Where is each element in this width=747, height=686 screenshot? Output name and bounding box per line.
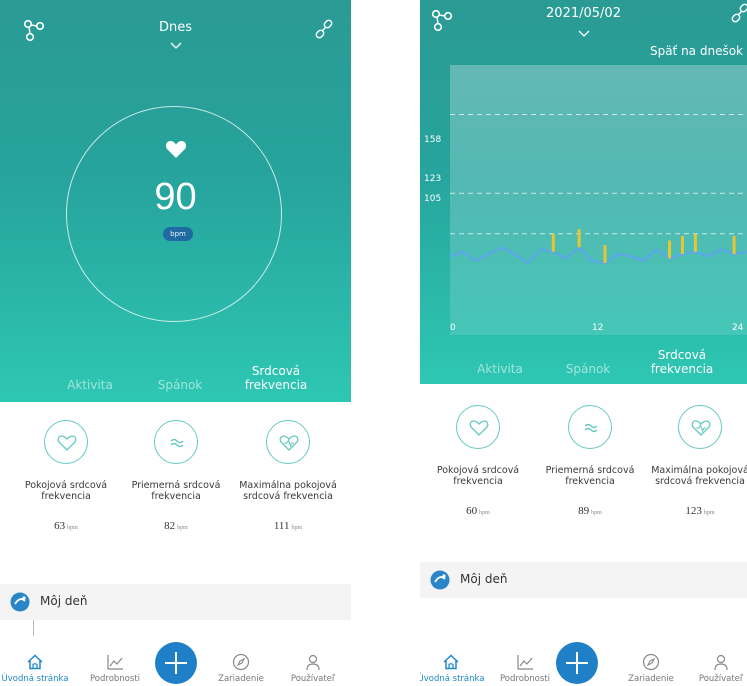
heart-icon <box>165 141 187 158</box>
bpm-badge: bpm <box>163 227 193 241</box>
peak-marker <box>551 233 555 252</box>
peak-marker <box>577 229 581 248</box>
nav-user[interactable]: Používateľ <box>278 653 348 684</box>
metric-average[interactable]: Priemerná srdcová frekvencia 82 bpm <box>118 420 234 532</box>
my-day-icon <box>10 592 30 612</box>
chevron-down-icon[interactable] <box>170 42 182 50</box>
right-phone-screen: 2021/05/02 Späť na dnešok 158 123 105 0 … <box>420 0 747 686</box>
compass-icon <box>232 653 250 671</box>
heart-rate-chart <box>449 65 747 335</box>
nav-user[interactable]: Používateľ <box>686 653 747 684</box>
date-selector[interactable]: Dnes <box>0 20 351 35</box>
user-icon <box>306 654 320 671</box>
add-button[interactable] <box>555 642 598 684</box>
metric-resting[interactable]: Pokojová srdcová frekvencia 63 bpm <box>8 420 124 532</box>
nav-device-label: Zariadenie <box>218 674 264 684</box>
metric-label: Maximálna pokojová srdcová frekvencia <box>239 480 337 502</box>
nav-home[interactable]: Úvodná stránka <box>0 653 70 684</box>
plus-icon <box>565 652 588 674</box>
x-tick-label: 0 <box>450 323 456 333</box>
nav-details[interactable]: Podrobnosti <box>490 653 560 684</box>
x-tick-label: 24 <box>732 323 744 333</box>
peak-marker <box>732 236 736 254</box>
y-tick-label: 123 <box>424 174 442 184</box>
date-selector[interactable]: 2021/05/02 <box>420 6 747 21</box>
add-button[interactable] <box>154 642 197 684</box>
my-day-card[interactable]: Môj deň <box>420 562 747 598</box>
nav-details-label: Podrobnosti <box>499 674 551 684</box>
heart-outline-icon <box>456 405 500 449</box>
nav-device[interactable]: Zariadenie <box>206 653 276 684</box>
nav-details[interactable]: Podrobnosti <box>80 653 150 684</box>
nav-device[interactable]: Zariadenie <box>616 653 686 684</box>
tab-heart-rate[interactable]: Srdcová frekvencia <box>632 348 732 376</box>
y-tick-label: 158 <box>424 135 442 145</box>
metric-value: 63 bpm <box>54 520 78 532</box>
peak-marker <box>693 233 697 252</box>
nav-home-label: Úvodná stránka <box>1 674 69 684</box>
metric-value: 111 bpm <box>273 520 303 532</box>
metric-label: Pokojová srdcová frekvencia <box>24 480 108 502</box>
metric-label: Maximálna pokojová srdcová frekvencia <box>651 465 747 487</box>
heart-pulse-icon <box>266 420 310 464</box>
metric-max-resting[interactable]: Maximálna pokojová srdcová frekvencia 11… <box>230 420 346 532</box>
my-day-card[interactable]: Môj deň <box>0 584 351 620</box>
left-phone-screen: Dnes 90 bpm Aktivita Spánok Srdcová frek… <box>0 0 351 686</box>
chart-icon <box>107 655 123 670</box>
metric-resting[interactable]: Pokojová srdcová frekvencia 60 bpm <box>420 405 536 517</box>
category-tabs: Aktivita Spánok Srdcová frekvencia <box>420 344 747 384</box>
tab-heart-rate[interactable]: Srdcová frekvencia <box>226 364 326 392</box>
compass-icon <box>642 653 660 671</box>
chevron-down-icon[interactable] <box>578 30 590 38</box>
heart-rate-series-line <box>449 245 747 265</box>
category-tabs: Aktivita Spánok Srdcová frekvencia <box>0 360 351 400</box>
link-icon[interactable] <box>729 2 747 24</box>
user-icon <box>714 654 728 671</box>
link-icon[interactable] <box>313 18 335 40</box>
y-tick-label: 105 <box>424 194 442 204</box>
metric-value: 60 bpm <box>466 505 490 517</box>
nav-home[interactable]: Úvodná stránka <box>420 653 486 684</box>
heart-outline-icon <box>44 420 88 464</box>
wave-icon <box>154 420 198 464</box>
metric-value: 89 bpm <box>578 505 602 517</box>
peak-marker <box>603 245 607 263</box>
nav-details-label: Podrobnosti <box>89 674 141 684</box>
metric-max-resting[interactable]: Maximálna pokojová srdcová frekvencia 12… <box>642 405 747 517</box>
x-tick-label: 12 <box>592 323 604 333</box>
plus-icon <box>164 652 187 674</box>
heart-rate-value: 90 <box>154 176 197 218</box>
metric-value: 82 bpm <box>164 520 188 532</box>
tab-activity[interactable]: Aktivita <box>460 362 540 376</box>
peak-marker <box>680 236 684 254</box>
bottom-navigation: Úvodná stránka Podrobnosti Zariadenie Po… <box>0 636 351 686</box>
metric-average[interactable]: Priemerná srdcová frekvencia 89 bpm <box>532 405 648 517</box>
back-to-today-link[interactable]: Späť na dnešok <box>650 44 743 58</box>
chart-plot-area <box>449 114 747 265</box>
top-bar: Dnes <box>0 0 351 60</box>
tab-activity[interactable]: Aktivita <box>50 378 130 392</box>
nav-home-label: Úvodná stránka <box>420 674 485 684</box>
nav-user-label: Používateľ <box>290 674 336 684</box>
home-icon <box>443 654 459 670</box>
metric-label: Pokojová srdcová frekvencia <box>436 465 520 487</box>
nav-user-label: Používateľ <box>698 674 744 684</box>
heart-pulse-icon <box>678 405 722 449</box>
tab-sleep[interactable]: Spánok <box>548 362 628 376</box>
my-day-label: Môj deň <box>40 594 88 608</box>
tab-sleep[interactable]: Spánok <box>140 378 220 392</box>
peak-marker <box>668 240 672 259</box>
nav-device-label: Zariadenie <box>628 674 674 684</box>
metric-label: Priemerná srdcová frekvencia <box>545 465 635 487</box>
my-day-icon <box>430 570 450 590</box>
bottom-navigation: Úvodná stránka Podrobnosti Zariadenie Po… <box>420 636 747 686</box>
wave-icon <box>568 405 612 449</box>
home-icon <box>27 654 43 670</box>
metric-value: 123 bpm <box>685 505 715 517</box>
chart-icon <box>517 655 533 670</box>
my-day-label: Môj deň <box>460 572 508 586</box>
metric-label: Priemerná srdcová frekvencia <box>131 480 221 502</box>
